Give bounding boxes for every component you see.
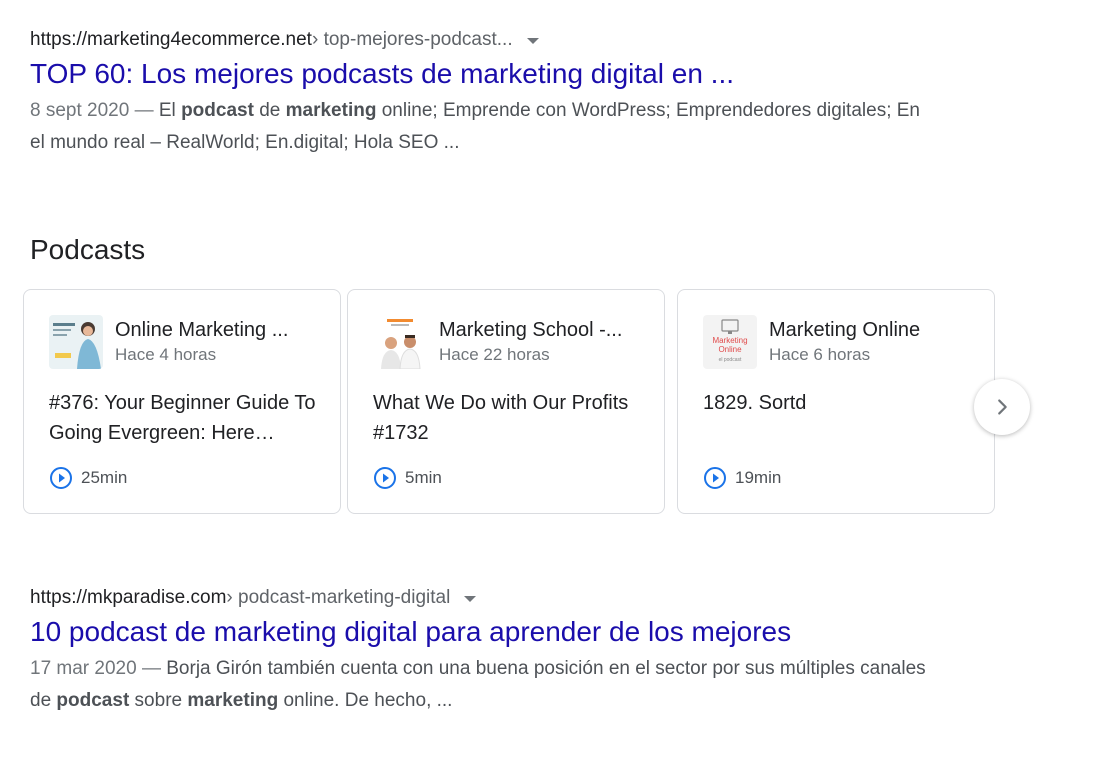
cite-path: › top-mejores-podcast... [311, 29, 513, 50]
search-result-2: https://mkparadise.com › podcast-marketi… [30, 586, 930, 717]
podcast-show-name: Online Marketing ... [115, 319, 289, 341]
caret-down-icon[interactable] [464, 596, 477, 602]
podcast-duration[interactable]: 25min [49, 466, 127, 490]
play-circle-icon[interactable] [373, 466, 397, 490]
snippet-text: sobre [129, 690, 188, 711]
snippet-bold: marketing [285, 100, 377, 121]
play-circle-icon[interactable] [703, 466, 727, 490]
duration-label: 5min [405, 468, 442, 487]
play-circle-icon[interactable] [49, 466, 73, 490]
carousel-next-button[interactable] [974, 379, 1030, 435]
result-snippet: 17 mar 2020 — Borja Girón también cuenta… [30, 653, 930, 717]
podcast-time: Hace 6 horas [769, 345, 871, 364]
podcast-duration[interactable]: 5min [373, 466, 442, 490]
result-date: 17 mar 2020 — [30, 658, 167, 679]
result-title-link[interactable]: 10 podcast de marketing digital para apr… [30, 615, 930, 649]
podcast-time: Hace 22 horas [439, 345, 550, 364]
chevron-right-icon [998, 399, 1007, 415]
cite-domain: https://marketing4ecommerce.net [30, 29, 312, 50]
result-title-link[interactable]: TOP 60: Los mejores podcasts de marketin… [30, 57, 930, 91]
podcast-thumbnail: Marketing Online el podcast [703, 315, 757, 369]
duration-label: 19min [735, 468, 782, 487]
podcasts-section-title: Podcasts [30, 234, 146, 265]
podcast-show-name: Marketing Online [769, 319, 921, 341]
podcast-episode-title: What We Do with Our Profits #1732 [373, 392, 629, 444]
snippet-text: de [253, 100, 286, 121]
thumb-logo-text: Online [718, 345, 742, 354]
duration-label: 25min [81, 468, 128, 487]
caret-down-icon[interactable] [526, 38, 539, 44]
result-snippet: 8 sept 2020 — El podcast de marketing on… [30, 95, 930, 159]
snippet-bold: podcast [181, 100, 254, 121]
search-result-1: https://marketing4ecommerce.net › top-me… [30, 28, 930, 159]
podcast-time: Hace 4 horas [115, 345, 217, 364]
podcast-episode-title: #376: Your Beginner Guide To Going Everg… [49, 392, 316, 444]
snippet-text: online. De hecho, ... [278, 690, 453, 711]
podcast-duration[interactable]: 19min [703, 466, 781, 490]
podcast-thumbnail [49, 315, 103, 369]
result-date: 8 sept 2020 — [30, 100, 159, 121]
thumb-logo-text: Marketing [712, 336, 747, 345]
podcast-show-name: Marketing School -... [439, 319, 623, 341]
podcast-episode-title: 1829. Sortd [703, 392, 807, 414]
cite-path: › podcast-marketing-digital [226, 587, 451, 608]
podcast-card-3[interactable]: Marketing Online el podcast Marketing On… [677, 289, 995, 514]
cite-domain: https://mkparadise.com [30, 587, 227, 608]
podcast-card-1[interactable]: Online Marketing ... Hace 4 horas #376: … [23, 289, 341, 514]
thumb-logo-text: el podcast [719, 357, 742, 363]
snippet-bold: marketing [187, 690, 279, 711]
podcast-thumbnail [373, 315, 427, 369]
result-cite[interactable]: https://mkparadise.com › podcast-marketi… [30, 586, 930, 610]
podcast-card-2[interactable]: Marketing School -... Hace 22 horas What… [347, 289, 665, 514]
result-cite[interactable]: https://marketing4ecommerce.net › top-me… [30, 28, 930, 52]
snippet-text: El [158, 100, 182, 121]
snippet-bold: podcast [56, 690, 130, 711]
